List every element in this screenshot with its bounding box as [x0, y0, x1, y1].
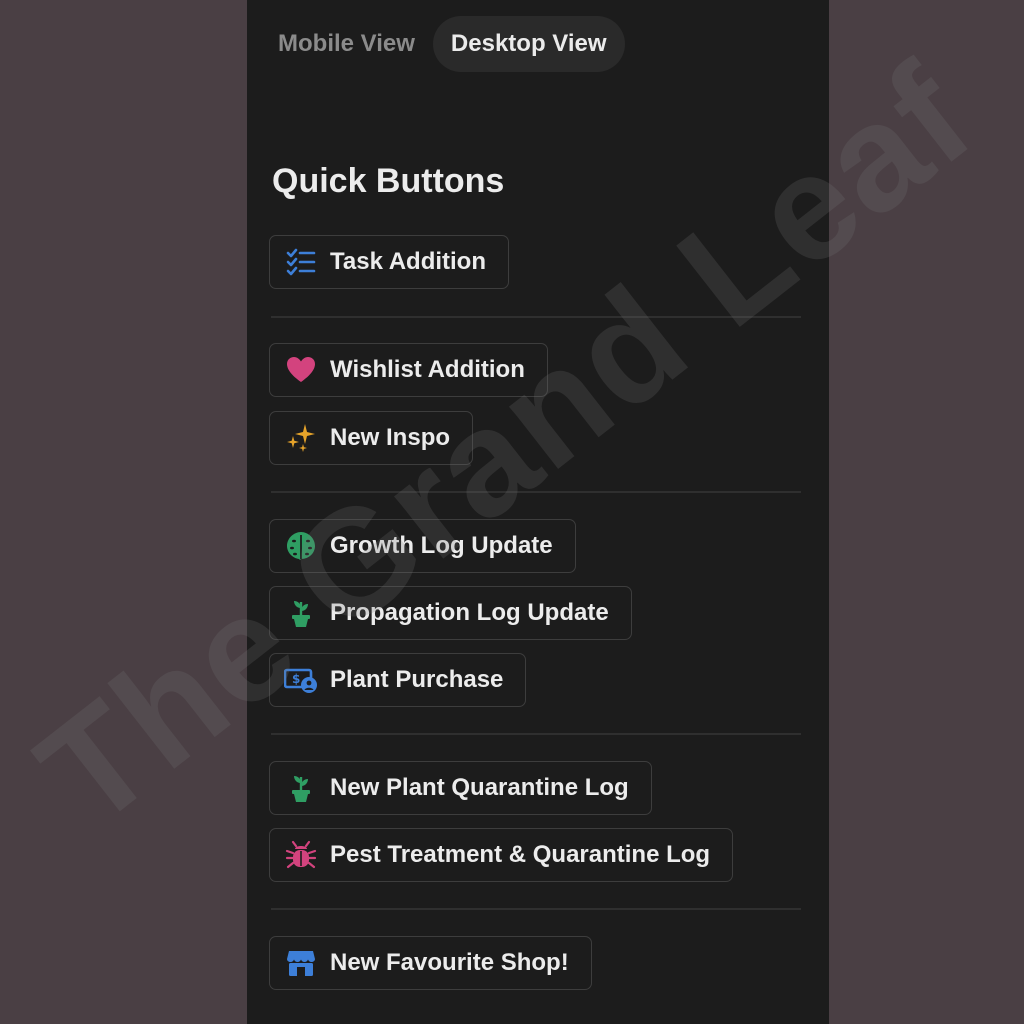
button-label: Wishlist Addition	[330, 356, 525, 383]
button-label: New Inspo	[330, 424, 451, 451]
button-label: Propagation Log Update	[330, 599, 609, 626]
task-addition-button[interactable]: Task Addition	[269, 235, 509, 289]
heart-icon	[284, 353, 318, 387]
new-plant-quarantine-log-button[interactable]: New Plant Quarantine Log	[269, 761, 652, 815]
divider	[271, 491, 801, 493]
monstera-leaf-icon	[284, 529, 318, 563]
divider	[271, 733, 801, 735]
svg-text:$: $	[292, 672, 300, 686]
new-inspo-button[interactable]: New Inspo	[269, 411, 474, 465]
pest-treatment-quarantine-log-button[interactable]: Pest Treatment & Quarantine Log	[269, 828, 734, 882]
screen: Mobile View Desktop View Quick Buttons T…	[0, 0, 1024, 1024]
new-favourite-shop-button[interactable]: New Favourite Shop!	[269, 936, 592, 990]
button-label: Task Addition	[330, 248, 486, 275]
view-tabs: Mobile View Desktop View	[260, 16, 625, 72]
tab-desktop-view[interactable]: Desktop View	[432, 16, 625, 72]
divider	[271, 316, 801, 318]
divider	[271, 908, 801, 910]
money-icon: $	[284, 663, 318, 697]
button-label: New Plant Quarantine Log	[330, 774, 629, 801]
shop-icon	[284, 946, 318, 980]
button-label: Pest Treatment & Quarantine Log	[330, 841, 711, 868]
propagation-log-update-button[interactable]: Propagation Log Update	[269, 586, 632, 640]
bug-icon	[284, 838, 318, 872]
potted-plant-icon	[284, 771, 318, 805]
wishlist-addition-button[interactable]: Wishlist Addition	[269, 343, 548, 397]
checklist-icon	[284, 245, 318, 279]
button-label: Growth Log Update	[330, 532, 553, 559]
sparkles-icon	[284, 421, 318, 455]
button-label: Plant Purchase	[330, 666, 504, 693]
plant-purchase-button[interactable]: $ Plant Purchase	[269, 653, 527, 707]
section-heading: Quick Buttons	[272, 162, 505, 200]
tab-mobile-view[interactable]: Mobile View	[260, 16, 433, 72]
potted-plant-icon	[284, 596, 318, 630]
growth-log-update-button[interactable]: Growth Log Update	[269, 519, 576, 573]
quick-buttons-panel: Mobile View Desktop View Quick Buttons T…	[247, 0, 829, 1024]
button-label: New Favourite Shop!	[330, 949, 569, 976]
